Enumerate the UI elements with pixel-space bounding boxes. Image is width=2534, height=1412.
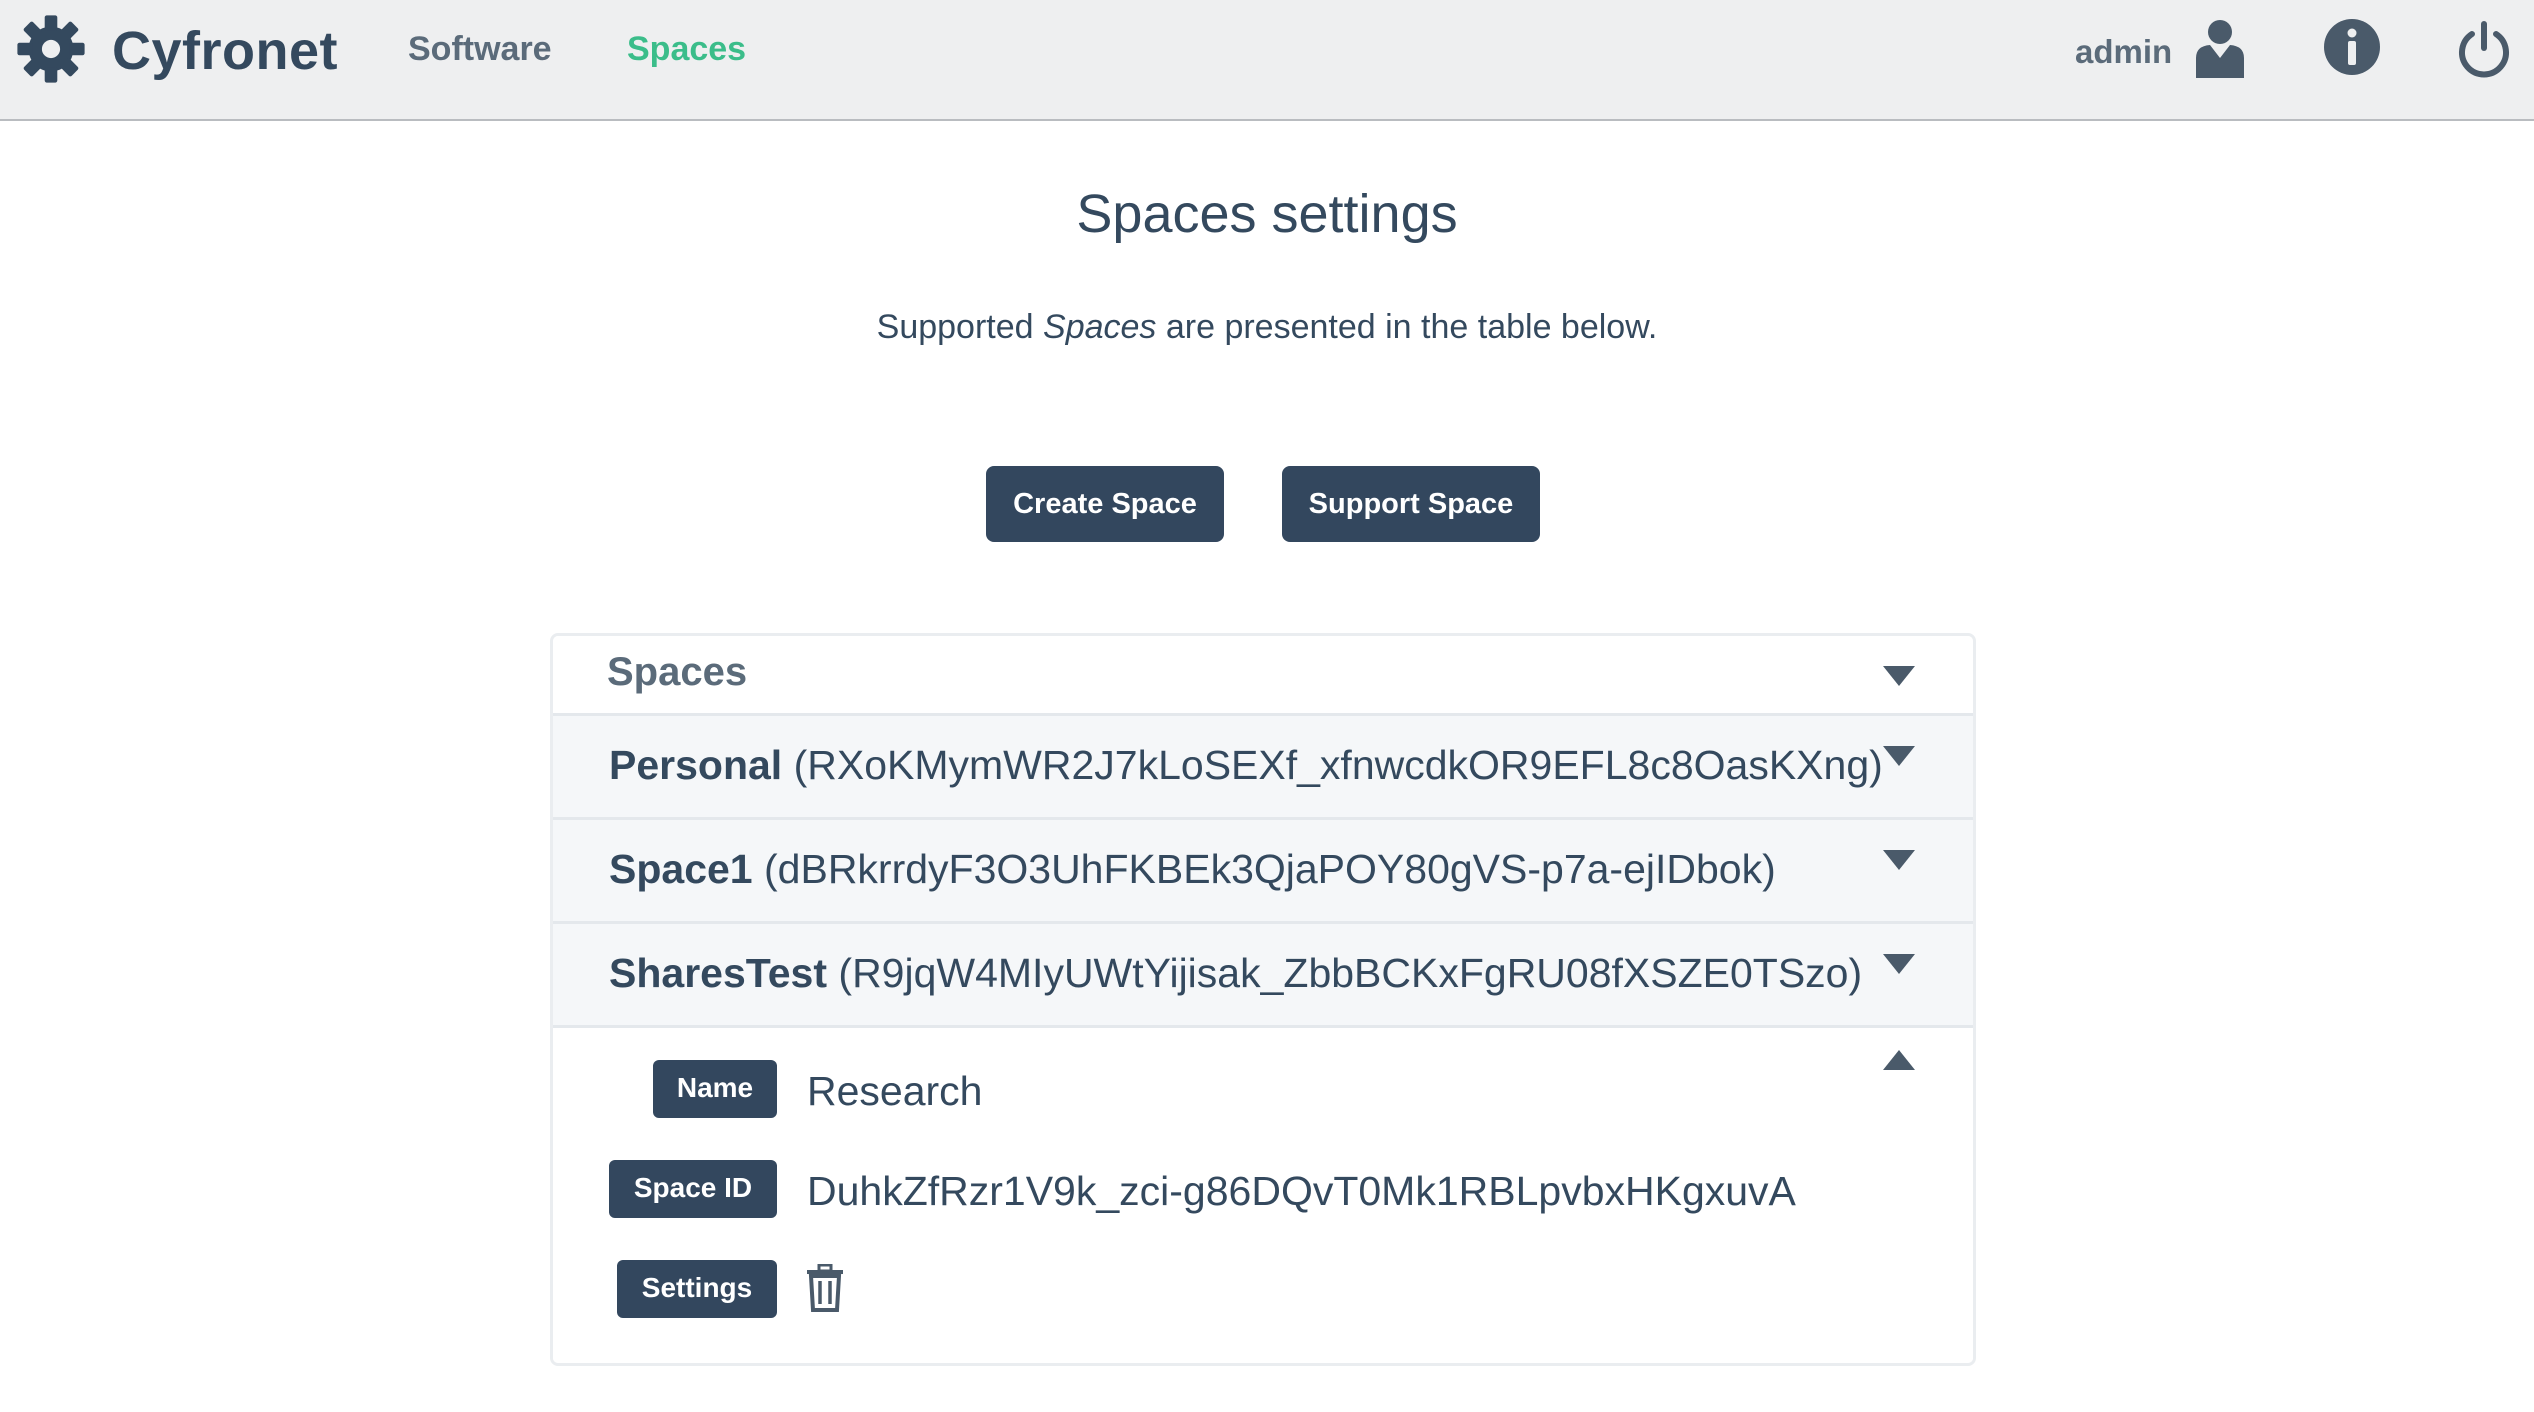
space-id: (dBRkrrdyF3O3UhFKBEk3QjaPOY80gVS-p7a-ejI… bbox=[764, 846, 1776, 892]
page-description-emphasis: Spaces bbox=[1043, 308, 1157, 346]
settings-button[interactable]: Settings bbox=[617, 1260, 777, 1318]
support-space-button[interactable]: Support Space bbox=[1282, 466, 1540, 542]
space-id: (RXoKMymWR2J7kLoSEXf_xfnwcdkOR9EFL8c8Oas… bbox=[793, 742, 1883, 788]
space-name: Personal bbox=[609, 742, 783, 788]
info-icon[interactable] bbox=[2323, 18, 2381, 76]
space-name: SharesTest bbox=[609, 950, 828, 996]
collapse-chevron-icon[interactable] bbox=[1883, 1050, 1915, 1070]
space-detail-panel: Name Research Space ID DuhkZfRzr1V9k_zci… bbox=[553, 1028, 1973, 1363]
power-icon[interactable] bbox=[2455, 20, 2513, 78]
name-value: Research bbox=[807, 1068, 983, 1114]
space-row-text: Personal (RXoKMymWR2J7kLoSEXf_xfnwcdkOR9… bbox=[609, 742, 1883, 789]
nav-link-software[interactable]: Software bbox=[408, 30, 552, 69]
brand-name[interactable]: Cyfronet bbox=[112, 20, 338, 82]
space-row-space1[interactable]: Space1 (dBRkrrdyF3O3UhFKBEk3QjaPOY80gVS-… bbox=[553, 820, 1973, 924]
space-row-personal[interactable]: Personal (RXoKMymWR2J7kLoSEXf_xfnwcdkOR9… bbox=[553, 716, 1973, 820]
spaces-table-title: Spaces bbox=[607, 650, 748, 694]
spaces-table-header[interactable]: Spaces bbox=[553, 636, 1973, 716]
space-id: (R9jqW4MIyUWtYijisak_ZbbBCKxFgRU08fXSZE0… bbox=[838, 950, 1863, 996]
nav-link-spaces[interactable]: Spaces bbox=[627, 30, 746, 69]
space-id-value: DuhkZfRzr1V9k_zci-g86DQvT0Mk1RBLpvbxHKgx… bbox=[807, 1168, 1796, 1214]
user-name[interactable]: admin bbox=[2075, 33, 2172, 71]
space-row-text: SharesTest (R9jqW4MIyUWtYijisak_ZbbBCKxF… bbox=[609, 950, 1862, 997]
expand-chevron-icon[interactable] bbox=[1883, 850, 1915, 870]
spaces-table: Spaces Personal (RXoKMymWR2J7kLoSEXf_xfn… bbox=[550, 633, 1976, 1366]
user-icon[interactable] bbox=[2192, 18, 2248, 78]
name-label: Name bbox=[653, 1060, 777, 1118]
page-description: Supported Spaces are presented in the ta… bbox=[0, 308, 2534, 347]
gear-icon[interactable] bbox=[16, 14, 86, 84]
space-name: Space1 bbox=[609, 846, 753, 892]
expand-chevron-icon[interactable] bbox=[1883, 746, 1915, 766]
space-row-text: Space1 (dBRkrrdyF3O3UhFKBEk3QjaPOY80gVS-… bbox=[609, 846, 1776, 893]
create-space-button[interactable]: Create Space bbox=[986, 466, 1224, 542]
page-description-start: Supported bbox=[876, 308, 1044, 346]
space-id-label: Space ID bbox=[609, 1160, 777, 1218]
page-description-end: are presented in the table below. bbox=[1156, 308, 1658, 346]
expand-chevron-icon[interactable] bbox=[1883, 954, 1915, 974]
space-row-sharestest[interactable]: SharesTest (R9jqW4MIyUWtYijisak_ZbbBCKxF… bbox=[553, 924, 1973, 1028]
page-title: Spaces settings bbox=[1076, 184, 1458, 244]
top-navbar: Cyfronet Software Spaces admin bbox=[0, 0, 2534, 121]
trash-icon[interactable] bbox=[805, 1264, 845, 1312]
collapse-all-chevron-icon[interactable] bbox=[1883, 666, 1915, 686]
